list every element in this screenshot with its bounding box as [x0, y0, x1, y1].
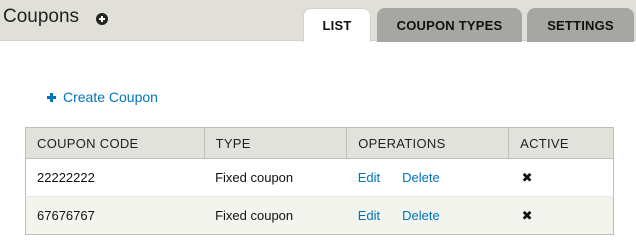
- delete-link[interactable]: Delete: [402, 208, 440, 223]
- tab-settings[interactable]: SETTINGS: [527, 8, 634, 42]
- operations-cell: Edit Delete: [346, 158, 509, 197]
- edit-link[interactable]: Edit: [358, 170, 380, 185]
- tab-settings-label: SETTINGS: [547, 17, 614, 33]
- column-header-operations: OPERATIONS: [346, 127, 510, 159]
- coupons-table: COUPON CODE TYPE OPERATIONS ACTIVE 22222…: [25, 127, 614, 235]
- tab-list[interactable]: LIST: [303, 8, 371, 42]
- x-icon: ✖: [521, 169, 533, 185]
- column-header-active[interactable]: ACTIVE: [508, 127, 614, 159]
- coupon-type-cell: Fixed coupon: [204, 158, 347, 197]
- tab-list-label: LIST: [322, 18, 352, 33]
- table-header-row: COUPON CODE TYPE OPERATIONS ACTIVE: [25, 127, 614, 159]
- page-title: Coupons: [3, 6, 80, 27]
- x-icon: ✖: [521, 207, 533, 223]
- create-coupon-label: Create Coupon: [63, 89, 158, 105]
- table-row: 22222222 Fixed coupon Edit Delete ✖: [25, 158, 614, 197]
- plus-icon: [47, 92, 56, 102]
- operations-cell: Edit Delete: [346, 196, 509, 235]
- create-coupon-link[interactable]: Create Coupon: [47, 89, 158, 105]
- coupon-code-cell: 22222222: [25, 158, 205, 197]
- page-header: Coupons LIST COUPON TYPES SETTINGS: [0, 0, 636, 42]
- tab-coupon-types-label: COUPON TYPES: [396, 17, 503, 33]
- table-row: 67676767 Fixed coupon Edit Delete ✖: [25, 196, 614, 235]
- delete-link[interactable]: Delete: [402, 170, 440, 185]
- column-header-type[interactable]: TYPE: [204, 127, 348, 159]
- add-shortcut-icon[interactable]: [96, 13, 108, 25]
- coupon-code-cell: 67676767: [25, 196, 205, 235]
- coupon-type-cell: Fixed coupon: [204, 196, 347, 235]
- active-cell: ✖: [508, 196, 614, 235]
- active-cell: ✖: [508, 158, 614, 197]
- column-header-coupon-code[interactable]: COUPON CODE: [25, 127, 205, 159]
- edit-link[interactable]: Edit: [358, 208, 380, 223]
- tab-coupon-types[interactable]: COUPON TYPES: [377, 8, 522, 42]
